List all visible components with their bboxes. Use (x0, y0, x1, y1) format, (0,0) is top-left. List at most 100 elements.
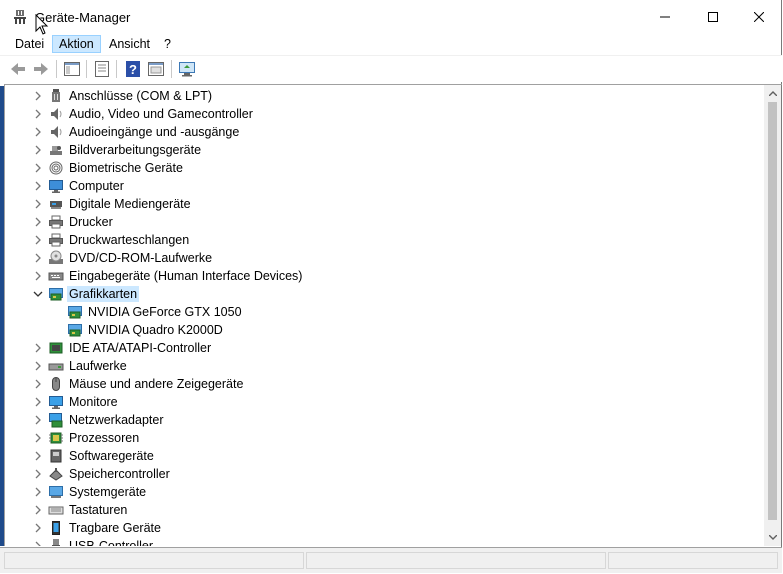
tree-item-label[interactable]: NVIDIA Quadro K2000D (86, 322, 225, 338)
tree-category-row[interactable]: Druckwarteschlangen (5, 231, 745, 249)
tree-category-row[interactable]: Netzwerkadapter (5, 411, 745, 429)
chevron-right-icon[interactable] (33, 523, 43, 533)
chevron-down-icon[interactable] (33, 289, 43, 299)
forward-arrow-icon[interactable] (32, 60, 50, 78)
tree-item-label[interactable]: Druckwarteschlangen (67, 232, 191, 248)
close-button[interactable] (736, 0, 782, 34)
chevron-right-icon[interactable] (33, 487, 43, 497)
tree-item-label[interactable]: Netzwerkadapter (67, 412, 166, 428)
chevron-right-icon[interactable] (33, 379, 43, 389)
device-tree[interactable]: Anschlüsse (COM & LPT) Audio, Video und G… (4, 85, 765, 546)
chevron-right-icon[interactable] (33, 469, 43, 479)
system-device-icon (49, 486, 63, 498)
minimize-button[interactable] (642, 0, 688, 34)
chevron-right-icon[interactable] (33, 361, 43, 371)
tree-item-label[interactable]: Audio, Video und Gamecontroller (67, 106, 255, 122)
scroll-up-button[interactable] (764, 85, 781, 102)
tree-item-label[interactable]: IDE ATA/ATAPI-Controller (67, 340, 213, 356)
tree-category-row[interactable]: Drucker (5, 213, 745, 231)
tree-category-row[interactable]: Biometrische Geräte (5, 159, 745, 177)
chevron-right-icon[interactable] (33, 271, 43, 281)
title-bar[interactable]: Geräte-Manager (0, 0, 782, 35)
tree-category-row[interactable]: USB-Controller (5, 537, 745, 546)
tree-item-label[interactable]: Laufwerke (67, 358, 129, 374)
chevron-right-icon[interactable] (33, 163, 43, 173)
chevron-right-icon[interactable] (33, 199, 43, 209)
scan-hardware-icon[interactable] (178, 60, 196, 78)
tree-item-label[interactable]: Mäuse und andere Zeigegeräte (67, 376, 245, 392)
menu-ansicht[interactable]: Ansicht (103, 35, 156, 53)
tree-item-label[interactable]: Softwaregeräte (67, 448, 156, 464)
maximize-button[interactable] (690, 0, 736, 34)
chevron-right-icon[interactable] (33, 397, 43, 407)
tree-item-label[interactable]: DVD/CD-ROM-Laufwerke (67, 250, 214, 266)
tree-item-label[interactable]: Prozessoren (67, 430, 141, 446)
toolbar: ? (0, 56, 782, 82)
storage-controller-icon (49, 468, 63, 481)
tree-category-row[interactable]: Digitale Mediengeräte (5, 195, 745, 213)
tree-item-label[interactable]: NVIDIA GeForce GTX 1050 (86, 304, 244, 320)
tree-item-label[interactable]: Monitore (67, 394, 120, 410)
vertical-scrollbar[interactable] (764, 85, 781, 546)
display-adapter-icon (68, 324, 82, 337)
tree-item-label[interactable]: Audioeingänge und -ausgänge (67, 124, 241, 140)
tree-device-row[interactable]: NVIDIA Quadro K2000D (5, 321, 745, 339)
tree-category-row[interactable]: Speichercontroller (5, 465, 745, 483)
scroll-thumb[interactable] (768, 102, 777, 520)
tree-item-label[interactable]: Tragbare Geräte (67, 520, 163, 536)
tree-item-label[interactable]: Anschlüsse (COM & LPT) (67, 88, 214, 104)
tree-category-row[interactable]: Grafikkarten (5, 285, 745, 303)
tree-category-row[interactable]: Tragbare Geräte (5, 519, 745, 537)
tree-category-row[interactable]: Eingabegeräte (Human Interface Devices) (5, 267, 745, 285)
tree-item-label[interactable]: Biometrische Geräte (67, 160, 185, 176)
tree-category-row[interactable]: Bildverarbeitungsgeräte (5, 141, 745, 159)
tree-item-label[interactable]: Computer (67, 178, 126, 194)
tree-category-row[interactable]: Prozessoren (5, 429, 745, 447)
tree-category-row[interactable]: Audio, Video und Gamecontroller (5, 105, 745, 123)
tree-item-label[interactable]: Digitale Mediengeräte (67, 196, 193, 212)
tree-category-row[interactable]: Anschlüsse (COM & LPT) (5, 87, 745, 105)
tree-item-label[interactable]: Systemgeräte (67, 484, 148, 500)
tree-category-row[interactable]: Monitore (5, 393, 745, 411)
tree-item-label[interactable]: Speichercontroller (67, 466, 172, 482)
tree-category-row[interactable]: Computer (5, 177, 745, 195)
tree-item-label[interactable]: Bildverarbeitungsgeräte (67, 142, 203, 158)
tree-item-label[interactable]: Grafikkarten (67, 286, 140, 302)
chevron-right-icon[interactable] (33, 415, 43, 425)
menu-aktion[interactable]: Aktion (52, 35, 101, 53)
chevron-right-icon[interactable] (33, 505, 43, 515)
menu-datei[interactable]: Datei (9, 35, 50, 53)
tree-category-row[interactable]: Laufwerke (5, 357, 745, 375)
tree-device-row[interactable]: NVIDIA GeForce GTX 1050 (5, 303, 745, 321)
show-hide-console-tree-icon[interactable] (63, 60, 81, 78)
properties-icon[interactable] (93, 60, 111, 78)
chevron-right-icon[interactable] (33, 235, 43, 245)
tree-category-row[interactable]: Systemgeräte (5, 483, 745, 501)
chevron-right-icon[interactable] (33, 109, 43, 119)
tree-item-label[interactable]: Drucker (67, 214, 115, 230)
view-icon[interactable] (147, 60, 165, 78)
tree-category-row[interactable]: Tastaturen (5, 501, 745, 519)
chevron-right-icon[interactable] (33, 217, 43, 227)
tree-category-row[interactable]: IDE ATA/ATAPI-Controller (5, 339, 745, 357)
tree-category-row[interactable]: Audioeingänge und -ausgänge (5, 123, 745, 141)
tree-item-label[interactable]: USB-Controller (67, 538, 155, 546)
tree-category-row[interactable]: Softwaregeräte (5, 447, 745, 465)
scroll-down-button[interactable] (764, 529, 781, 546)
tree-item-label[interactable]: Tastaturen (67, 502, 129, 518)
help-icon[interactable]: ? (124, 60, 142, 78)
chevron-right-icon[interactable] (33, 541, 43, 546)
chevron-right-icon[interactable] (33, 343, 43, 353)
chevron-right-icon[interactable] (33, 145, 43, 155)
menu-help[interactable]: ? (158, 35, 177, 53)
chevron-right-icon[interactable] (33, 451, 43, 461)
chevron-right-icon[interactable] (33, 433, 43, 443)
tree-category-row[interactable]: DVD/CD-ROM-Laufwerke (5, 249, 745, 267)
tree-category-row[interactable]: Mäuse und andere Zeigegeräte (5, 375, 745, 393)
back-arrow-icon[interactable] (9, 60, 27, 78)
chevron-right-icon[interactable] (33, 181, 43, 191)
chevron-right-icon[interactable] (33, 127, 43, 137)
tree-item-label[interactable]: Eingabegeräte (Human Interface Devices) (67, 268, 304, 284)
chevron-right-icon[interactable] (33, 91, 43, 101)
chevron-right-icon[interactable] (33, 253, 43, 263)
